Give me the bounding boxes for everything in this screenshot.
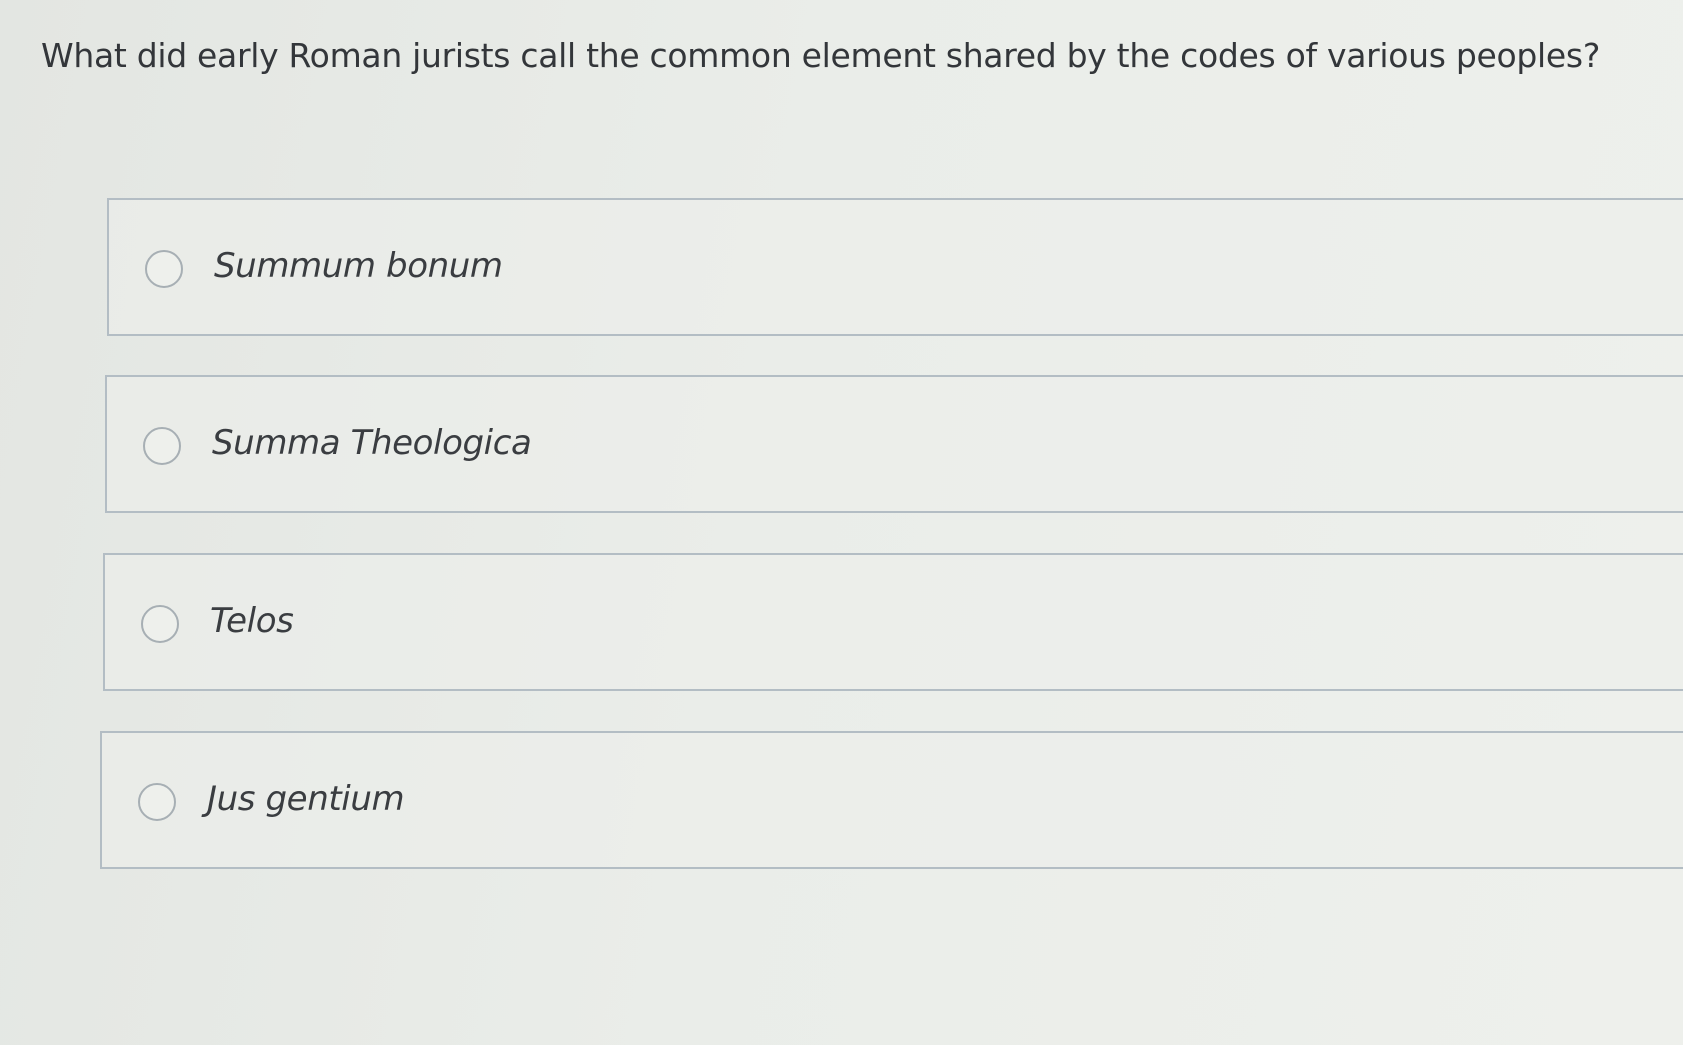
answer-option-jus-gentium[interactable]: Jus gentium — [100, 731, 1683, 869]
radio-button[interactable] — [145, 250, 183, 288]
answer-label: Summum bonum — [214, 246, 503, 286]
answer-label: Telos — [210, 601, 294, 641]
radio-button[interactable] — [141, 605, 179, 643]
answer-label: Jus gentium — [207, 779, 405, 819]
answer-option-summa-theologica[interactable]: Summa Theologica — [105, 375, 1683, 513]
answer-label: Summa Theologica — [212, 423, 532, 463]
answer-options: Summum bonum Summa Theologica Telos Jus … — [0, 0, 1683, 1045]
radio-button[interactable] — [138, 783, 176, 821]
answer-option-summum-bonum[interactable]: Summum bonum — [107, 198, 1683, 336]
answer-option-telos[interactable]: Telos — [103, 553, 1683, 691]
radio-button[interactable] — [143, 427, 181, 465]
